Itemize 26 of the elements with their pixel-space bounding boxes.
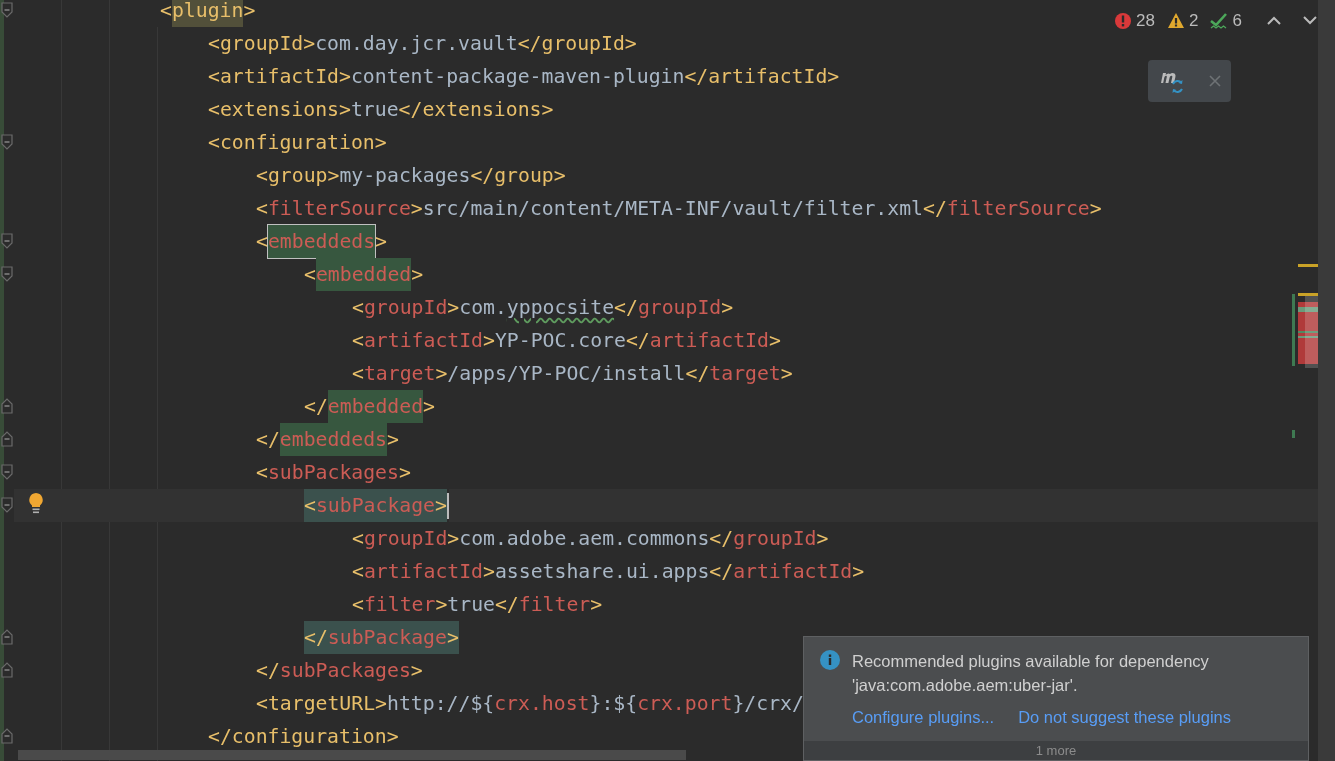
inspection-counter[interactable]: 6 (1210, 8, 1242, 34)
code-line: <artifactId>assetshare.ui.apps</artifactId> (352, 559, 865, 585)
notification-message: Recommended plugins available for dependency 'java:com.adobe.aem:uber-jar'. (852, 651, 1210, 696)
code-line: </subPackage> (304, 621, 459, 654)
code-line: </configuration> (208, 724, 399, 750)
code-line: <embedded> (304, 258, 424, 291)
code-line: <subPackage> (304, 489, 449, 522)
code-line: <groupId>com.adobe.aem.commons</groupId> (352, 526, 829, 552)
code-line: <extensions>true</extensions> (208, 97, 554, 123)
code-line: <targetURL>http://${crx.host}:${crx.port}/crx/ (256, 691, 804, 717)
code-line: <configuration> (208, 130, 387, 156)
code-line: </subPackages> (256, 658, 423, 684)
inspection-counter[interactable]: 2 (1166, 8, 1199, 34)
code-line: </embedded> (304, 390, 436, 423)
code-line: <plugin> (160, 0, 256, 27)
code-line: <artifactId>content-package-maven-plugin</artifactId> (208, 64, 840, 90)
code-line: <group>my-packages</group> (256, 163, 566, 189)
code-line: <filterSource>src/main/content/META-INF/vault/filter.xml</filterSource> (256, 196, 1102, 222)
code-line: <target>/apps/YP-POC/install</target> (352, 361, 793, 387)
code-line: <groupId>com.yppocsite</groupId> (352, 295, 734, 321)
code-line: <subPackages> (256, 460, 411, 486)
code-line: <artifactId>YP-POC.core</artifactId> (352, 328, 781, 354)
code-line: </embeddeds> (256, 423, 399, 456)
code-line: <filter>true</filter> (352, 592, 603, 618)
inspection-counter[interactable]: 28 (1114, 8, 1155, 34)
code-line: <groupId>com.day.jcr.vault</groupId> (208, 31, 637, 57)
